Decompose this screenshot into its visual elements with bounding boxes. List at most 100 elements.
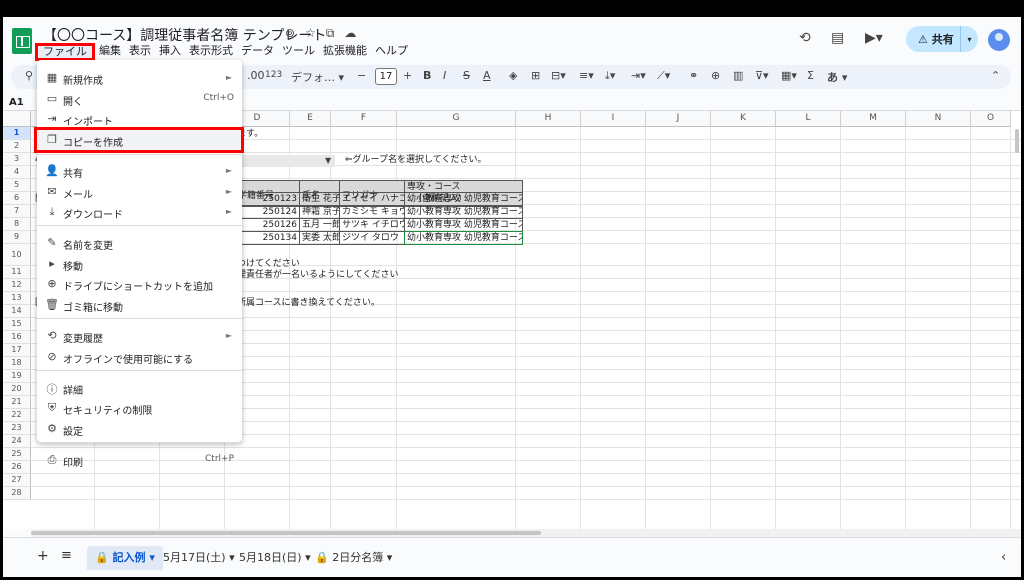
menu-help[interactable]: ヘルプ bbox=[371, 43, 412, 61]
cell-kana[interactable]: エイセイ ハナコ bbox=[339, 192, 405, 206]
column-header-f[interactable]: F bbox=[331, 111, 397, 127]
column-header-j[interactable]: J bbox=[646, 111, 711, 127]
cell-kana[interactable]: カミシモ キョウ bbox=[339, 205, 405, 219]
row-header-2[interactable]: 2 bbox=[3, 140, 31, 153]
cell-course[interactable]: 幼小教育専攻 幼児教育コース bbox=[404, 192, 523, 206]
row-header-8[interactable]: 8 bbox=[3, 218, 31, 231]
row-header-28[interactable]: 28 bbox=[3, 487, 31, 500]
row-header-5[interactable]: 5 bbox=[3, 179, 31, 192]
menu-format[interactable]: 表示形式 bbox=[185, 43, 237, 61]
text-wrap-icon[interactable]: ⇥▾ bbox=[631, 69, 646, 82]
file-menu-item-download[interactable]: ⤓ ダウンロード ► bbox=[37, 202, 242, 222]
cell-course[interactable]: 幼小教育専攻 幼児教育コース bbox=[404, 218, 523, 232]
cell-name[interactable]: 実委 太郎 bbox=[299, 231, 340, 245]
select-all-corner[interactable] bbox=[3, 111, 31, 127]
row-header-16[interactable]: 16 bbox=[3, 331, 31, 344]
collapse-sidebar-icon[interactable]: ‹ bbox=[993, 546, 1014, 570]
cloud-status-icon[interactable]: ☁ bbox=[344, 26, 356, 41]
italic-icon[interactable]: I bbox=[443, 69, 446, 82]
menu-extensions[interactable]: 拡張機能 bbox=[319, 43, 371, 61]
column-header-o[interactable]: O bbox=[971, 111, 1011, 127]
document-title[interactable]: 【〇〇コース】調理従事者名簿 テンプレート bbox=[43, 25, 326, 45]
row-header-17[interactable]: 17 bbox=[3, 344, 31, 357]
menu-edit[interactable]: 編集 bbox=[95, 43, 125, 61]
decrease-font-icon[interactable]: − bbox=[357, 69, 366, 82]
meet-icon[interactable]: ▶▾ bbox=[865, 30, 883, 46]
row-header-12[interactable]: 12 bbox=[3, 279, 31, 292]
column-header-i[interactable]: I bbox=[581, 111, 646, 127]
column-header-m[interactable]: M bbox=[841, 111, 906, 127]
cell-name[interactable]: 五月 一郎 bbox=[299, 218, 340, 232]
row-header-11[interactable]: 11 bbox=[3, 266, 31, 279]
tab-sheet-may17[interactable]: 5月17日(土) ▾ bbox=[155, 546, 243, 570]
share-dropdown-icon[interactable]: ▾ bbox=[960, 26, 978, 52]
column-header-g[interactable]: G bbox=[397, 111, 516, 127]
cell-id[interactable]: 250126 bbox=[235, 218, 300, 232]
row-header-10[interactable]: 10 bbox=[3, 244, 31, 266]
sheets-logo-icon[interactable] bbox=[12, 28, 32, 54]
align-vertical-icon[interactable]: ⤓▾ bbox=[605, 69, 615, 83]
text-color-icon[interactable]: A bbox=[483, 69, 491, 82]
tab-sheet-may18[interactable]: 5月18日(日) ▾ bbox=[231, 546, 319, 570]
strikethrough-icon[interactable]: S bbox=[463, 69, 470, 82]
sync-icon[interactable]: ⊚ bbox=[285, 26, 295, 41]
font-size-input[interactable]: 17 bbox=[375, 68, 397, 85]
row-header-6[interactable]: 6 bbox=[3, 192, 31, 205]
bold-icon[interactable]: B bbox=[423, 69, 431, 82]
increase-font-icon[interactable]: + bbox=[403, 69, 412, 82]
file-menu-item-add-shortcut[interactable]: ⊕ ドライブにショートカットを追加 bbox=[37, 274, 242, 294]
row-header-1[interactable]: 1 bbox=[3, 127, 31, 140]
link-icon[interactable]: ⚭ bbox=[689, 69, 698, 82]
row-header-26[interactable]: 26 bbox=[3, 461, 31, 474]
row-header-15[interactable]: 15 bbox=[3, 318, 31, 331]
row-header-21[interactable]: 21 bbox=[3, 396, 31, 409]
cell-course[interactable]: 幼小教育専攻 幼児教育コース bbox=[404, 231, 523, 245]
star-icon[interactable]: ☆ bbox=[305, 26, 316, 41]
row-header-9[interactable]: 9 bbox=[3, 231, 31, 244]
row-header-7[interactable]: 7 bbox=[3, 205, 31, 218]
fill-color-icon[interactable]: ◈ bbox=[509, 69, 517, 82]
all-sheets-icon[interactable]: ≡ bbox=[53, 544, 80, 568]
menu-tools[interactable]: ツール bbox=[278, 43, 319, 61]
align-horizontal-icon[interactable]: ≡▾ bbox=[579, 69, 594, 82]
cell-id[interactable]: 250124 bbox=[235, 205, 300, 219]
cell-course[interactable]: 幼小教育専攻 幼児教育コース bbox=[404, 205, 523, 219]
file-menu-item-email[interactable]: ✉ メール ► bbox=[37, 182, 242, 202]
horizontal-scrollbar[interactable] bbox=[31, 529, 1021, 537]
file-menu-item-details[interactable]: ⓘ 詳細 bbox=[37, 378, 242, 398]
merge-cells-icon[interactable]: ⊟▾ bbox=[551, 69, 566, 82]
font-family-select[interactable]: デフォ… ▾ bbox=[291, 69, 344, 85]
row-header-14[interactable]: 14 bbox=[3, 305, 31, 318]
row-header-25[interactable]: 25 bbox=[3, 448, 31, 461]
cell-kana[interactable]: サツキ イチロウ bbox=[339, 218, 405, 232]
cell-name[interactable]: 衛生 花子 bbox=[299, 192, 340, 206]
vertical-scroll-thumb[interactable] bbox=[1015, 129, 1019, 153]
file-menu-item-settings[interactable]: ⚙ 設定 bbox=[37, 419, 242, 439]
increase-decimal-icon[interactable]: .00 bbox=[247, 69, 265, 82]
row-header-22[interactable]: 22 bbox=[3, 409, 31, 422]
file-menu-item-open[interactable]: ▭ 開く Ctrl+O bbox=[37, 89, 242, 109]
chart-icon[interactable]: ▥ bbox=[733, 69, 743, 82]
file-menu-item-move[interactable]: ▸ 移動 bbox=[37, 254, 242, 274]
menu-view[interactable]: 表示 bbox=[125, 43, 155, 61]
column-header-n[interactable]: N bbox=[906, 111, 971, 127]
column-header-e[interactable]: E bbox=[290, 111, 331, 127]
file-menu-item-new[interactable]: ▦ 新規作成 ► bbox=[37, 68, 242, 88]
cell-id[interactable]: 250123 bbox=[235, 192, 300, 206]
row-header-20[interactable]: 20 bbox=[3, 383, 31, 396]
row-header-23[interactable]: 23 bbox=[3, 422, 31, 435]
tab-sheet-2days[interactable]: 🔒 2日分名簿 ▾ bbox=[307, 546, 400, 570]
column-header-l[interactable]: L bbox=[776, 111, 841, 127]
history-icon[interactable]: ⟲ bbox=[799, 30, 811, 46]
comment-icon[interactable]: ⊕ bbox=[711, 69, 720, 82]
file-menu-item-security-limits[interactable]: ⛨ セキュリティの制限 bbox=[37, 398, 242, 418]
file-menu-item-trash[interactable]: 🗑 ゴミ箱に移動 bbox=[37, 295, 242, 315]
name-box[interactable]: A1 bbox=[9, 97, 24, 108]
file-menu-item-print[interactable]: ⎙ 印刷 Ctrl+P bbox=[37, 450, 242, 470]
row-header-3[interactable]: 3 bbox=[3, 153, 31, 166]
horizontal-scroll-thumb[interactable] bbox=[31, 531, 541, 535]
cell-kana[interactable]: ジツイ タロウ bbox=[339, 231, 405, 245]
row-header-19[interactable]: 19 bbox=[3, 370, 31, 383]
file-menu-item-rename[interactable]: ✎ 名前を変更 bbox=[37, 233, 242, 253]
row-header-13[interactable]: 13 bbox=[3, 292, 31, 305]
